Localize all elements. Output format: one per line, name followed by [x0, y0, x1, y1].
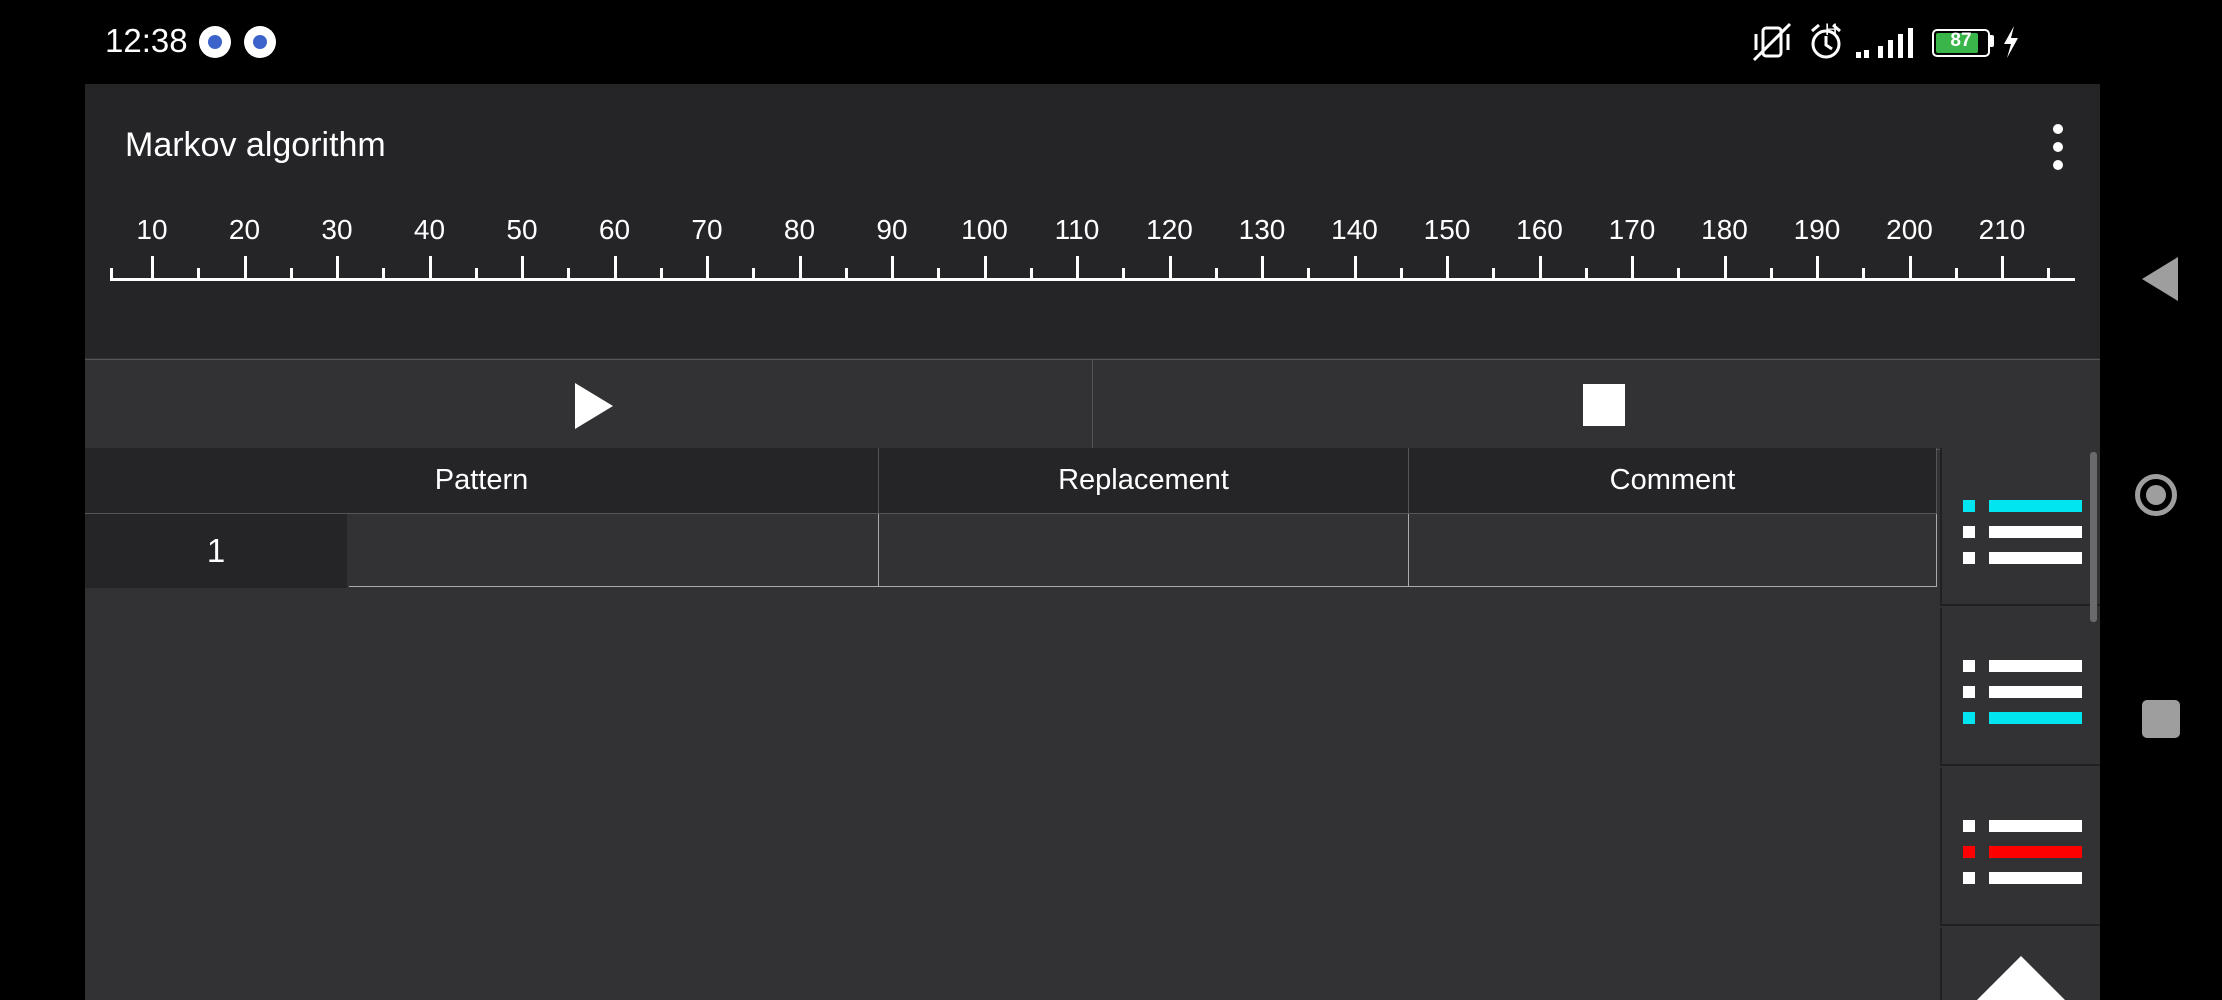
play-icon — [575, 383, 613, 429]
comment-cell[interactable] — [1409, 514, 1937, 587]
column-header-comment: Comment — [1409, 448, 1937, 513]
stop-icon — [1583, 384, 1625, 426]
ruler-label: 40 — [413, 214, 446, 245]
vibrate-off-icon — [1752, 22, 1792, 62]
column-header-replacement: Replacement — [879, 448, 1409, 513]
gear-notification-icon — [244, 26, 276, 58]
ruler-label: 20 — [228, 214, 261, 245]
gear-notification-icon — [199, 26, 231, 58]
stop-button[interactable] — [1093, 360, 2100, 449]
battery-icon: 87 — [1932, 29, 1990, 57]
status-bar: 12:38 H 87 — [0, 0, 2222, 84]
battery-level: 87 — [1950, 30, 1972, 51]
ruler-major-tick — [983, 256, 987, 280]
page-title: Markov algorithm — [125, 126, 386, 164]
table-header: Pattern Replacement Comment — [85, 448, 1937, 514]
pattern-cell[interactable] — [349, 514, 879, 587]
ruler-label: 130 — [1238, 214, 1286, 245]
add-rule-bottom-button[interactable] — [1940, 608, 2100, 766]
add-rule-top-button[interactable] — [1940, 448, 2100, 606]
ruler-major-tick — [798, 256, 802, 280]
ruler-label: 190 — [1793, 214, 1841, 245]
ruler-line — [110, 278, 2075, 281]
app-window: Markov algorithm 10 20 30 40 50 60 70 80 90 100 11… — [85, 84, 2100, 1000]
ruler-major-tick — [1908, 256, 1912, 280]
ruler-major-tick — [1538, 256, 1542, 280]
ruler-label: 90 — [876, 214, 908, 245]
ruler-major-tick — [1446, 256, 1449, 280]
side-panel — [1940, 448, 2100, 1000]
ruler-major-tick — [1076, 256, 1079, 280]
ruler-label: 60 — [598, 214, 631, 245]
ruler: 10 20 30 40 50 60 70 80 90 100 110 120 130 140 150 160 1… — [109, 214, 2082, 314]
ruler-major-tick — [1723, 256, 1727, 280]
ruler-label: 160 — [1516, 214, 1563, 245]
ruler-major-tick — [151, 256, 154, 280]
row-number[interactable]: 1 — [85, 514, 347, 588]
ruler-major-tick — [243, 256, 247, 280]
ruler-label: 10 — [136, 214, 168, 245]
move-up-icon — [1977, 956, 2065, 1000]
ruler-label: 200 — [1886, 214, 1933, 245]
ruler-label: 80 — [783, 214, 816, 245]
toolbar — [85, 359, 2100, 450]
ruler-major-tick — [1168, 256, 1172, 280]
ruler-major-tick — [336, 256, 339, 280]
ruler-major-tick — [1353, 256, 1357, 280]
signal-icon — [1856, 28, 1913, 58]
battery-tip — [1990, 35, 1994, 47]
ruler-label: 120 — [1146, 214, 1193, 245]
ruler-major-tick — [613, 256, 617, 280]
network-type-label: H — [1825, 20, 1838, 39]
status-time: 12:38 — [105, 22, 188, 59]
ruler-major-tick — [521, 256, 524, 280]
ruler-label: 180 — [1701, 214, 1748, 245]
ruler-label: 150 — [1423, 214, 1471, 245]
ruler-major-tick — [891, 256, 894, 280]
app-bar: Markov algorithm 10 20 30 40 50 60 70 80 90 100 11… — [85, 84, 2100, 358]
side-panel-scrollbar[interactable] — [2090, 452, 2097, 622]
nav-recents-icon[interactable] — [2142, 700, 2180, 738]
nav-back-icon[interactable] — [2142, 257, 2178, 301]
ruler-major-tick — [428, 256, 432, 280]
ruler-label: 30 — [321, 214, 353, 245]
table-row: 1 — [85, 514, 1937, 588]
column-header-pattern: Pattern — [85, 448, 879, 513]
ruler-major-tick — [2001, 256, 2004, 280]
nav-home-icon[interactable] — [2135, 474, 2177, 516]
ruler-major-tick — [1261, 256, 1264, 280]
ruler-label: 210 — [1978, 214, 2026, 245]
run-button[interactable] — [85, 360, 1092, 449]
overflow-menu-icon[interactable] — [2037, 120, 2077, 176]
ruler-label: 100 — [961, 214, 1008, 245]
ruler-label: 70 — [691, 214, 723, 245]
ruler-label: 140 — [1331, 214, 1378, 245]
charging-icon — [2004, 26, 2018, 58]
delete-rule-button[interactable] — [1940, 768, 2100, 926]
ruler-major-tick — [1816, 256, 1819, 280]
ruler-major-tick — [1631, 256, 1634, 280]
ruler-label: 50 — [506, 214, 538, 245]
ruler-label: 110 — [1054, 214, 1100, 245]
ruler-major-tick — [706, 256, 709, 280]
replacement-cell[interactable] — [879, 514, 1409, 587]
ruler-label: 170 — [1608, 214, 1656, 245]
